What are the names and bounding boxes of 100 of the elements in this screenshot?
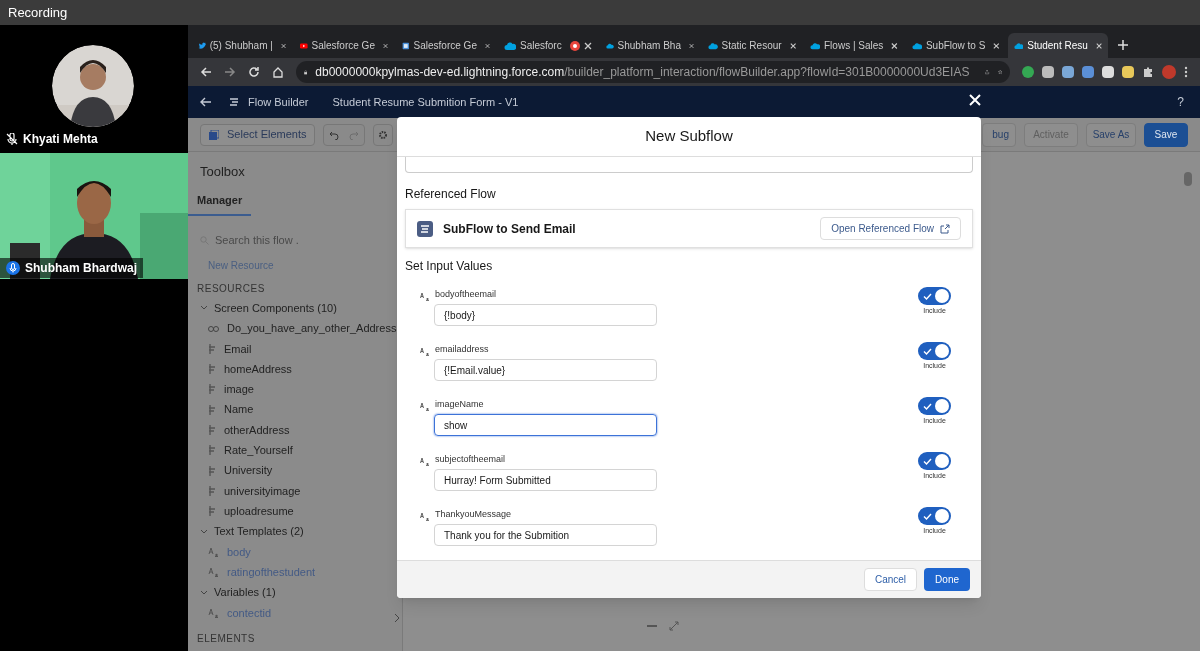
external-link-icon — [940, 223, 950, 234]
extension-icon[interactable] — [1022, 66, 1034, 78]
text-template-icon — [208, 607, 219, 618]
toggle-switch[interactable] — [918, 452, 951, 470]
url-host: db0000000kpylmas-dev-ed.lightning.force.com — [315, 64, 565, 81]
close-icon[interactable] — [891, 41, 898, 50]
input-field[interactable]: Thank you for the Submition — [434, 524, 657, 546]
field-label: ThankyouMessage — [435, 507, 512, 521]
input-field[interactable]: show — [434, 414, 657, 436]
puzzle-icon[interactable] — [1142, 66, 1154, 78]
text-variable-icon — [420, 511, 430, 521]
new-tab-icon[interactable] — [1118, 40, 1128, 50]
browser-tab[interactable]: Flows | Sales — [804, 33, 904, 58]
extension-icon[interactable] — [1102, 66, 1114, 78]
close-icon[interactable] — [789, 41, 796, 50]
open-flow-button[interactable]: Open Referenced Flow — [820, 217, 961, 240]
field-icon — [208, 425, 216, 435]
done-button[interactable]: Done — [924, 568, 970, 591]
tree-item[interactable]: otherAddress — [224, 421, 290, 439]
toolbar-button[interactable]: Save As — [1086, 122, 1136, 147]
tree-item[interactable]: universityimage — [224, 482, 301, 500]
text-variable-icon — [420, 456, 430, 466]
toolbar-button[interactable]: bug — [982, 122, 1016, 147]
select-elements-button[interactable]: Select Elements — [200, 123, 316, 146]
browser-tab[interactable]: (5) Shubham | — [192, 33, 292, 58]
tree-item[interactable]: Do_you_have_any_other_Address — [227, 320, 397, 337]
panel-tab[interactable]: Manager — [188, 191, 252, 216]
chevron-icon[interactable] — [200, 527, 208, 536]
tree-item[interactable]: image — [224, 381, 254, 398]
input-field[interactable]: {!body} — [434, 304, 657, 326]
tree-item[interactable]: Rate_Yourself — [224, 442, 293, 459]
more-icon[interactable] — [1184, 66, 1188, 78]
tab-title: Static Resour — [721, 39, 782, 53]
browser-tab[interactable]: Salesforc — [498, 33, 598, 58]
cancel-button[interactable]: Cancel — [863, 568, 918, 591]
field-label: emailaddress — [435, 342, 489, 356]
section-heading: Set Input Values — [405, 258, 494, 275]
flow-name: Student Resume Submition Form - V1 — [332, 94, 519, 110]
tab-title: (5) Shubham | — [209, 39, 273, 53]
back-icon[interactable] — [200, 66, 212, 78]
tree-group-label[interactable]: Screen Components (10) — [214, 299, 337, 317]
text-variable-icon — [420, 346, 430, 356]
check-icon — [923, 347, 932, 355]
browser-tab[interactable]: Student Resu — [1008, 33, 1108, 58]
chevron-icon[interactable] — [394, 613, 400, 623]
extension-icon[interactable] — [1082, 66, 1094, 78]
tree-item[interactable]: Name — [224, 401, 254, 418]
tree-group-label[interactable]: Variables (1) — [214, 584, 276, 601]
close-icon[interactable] — [1095, 41, 1102, 50]
close-icon[interactable] — [993, 41, 1000, 50]
check-icon — [923, 512, 932, 520]
field-icon — [208, 465, 216, 476]
settings-icon — [378, 129, 389, 140]
forward-icon[interactable] — [224, 66, 236, 78]
check-icon — [923, 457, 932, 465]
chevron-icon[interactable] — [200, 588, 208, 597]
toggle-switch[interactable] — [918, 507, 951, 525]
extension-icon[interactable] — [1122, 66, 1134, 78]
flow-name: SubFlow to Send Email — [443, 220, 576, 238]
settings-button[interactable] — [373, 123, 394, 146]
search-field[interactable]: Search this flow . — [200, 230, 390, 250]
toggle-switch[interactable] — [918, 397, 951, 415]
scrollbar[interactable] — [1184, 172, 1192, 186]
text-template-icon — [208, 546, 219, 557]
close-icon[interactable] — [584, 41, 592, 50]
text-variable-icon — [420, 291, 430, 301]
help-menu[interactable]: ? — [1177, 93, 1184, 111]
tree-group-label[interactable]: Text Templates (2) — [214, 523, 304, 540]
field-icon — [208, 343, 216, 354]
toggle-switch[interactable] — [918, 287, 951, 305]
browser-tab[interactable]: Salesforce Ge — [294, 33, 394, 58]
tab-title: Shubham Bha — [617, 39, 681, 53]
check-icon — [923, 292, 932, 300]
browser-tab[interactable]: Salesforce Ge — [396, 33, 496, 58]
home-icon[interactable] — [272, 66, 284, 78]
choice-icon — [208, 324, 219, 333]
field-icon — [208, 506, 216, 517]
toolbar-button[interactable]: Save — [1144, 122, 1188, 147]
browser-tab[interactable]: Static Resour — [702, 33, 802, 58]
field-icon — [208, 364, 216, 375]
tree-item[interactable]: homeAddress — [224, 360, 292, 378]
tree-item[interactable]: University — [224, 462, 273, 479]
tree-item[interactable]: uploadresume — [224, 502, 294, 520]
field-label: subjectoftheemail — [435, 452, 506, 466]
reload-icon[interactable] — [248, 66, 260, 78]
flow-icon — [417, 220, 433, 237]
browser-tab[interactable]: SubFlow to S — [906, 33, 1006, 58]
extension-icon[interactable] — [1042, 66, 1054, 78]
window-title: Recording — [8, 3, 68, 22]
address-bar[interactable]: db0000000kpylmas-dev-ed.lightning.force.com/builder_platform_interaction/flowBuilder.app?flowId=301B0000000Ud3EIAS — [296, 61, 1010, 83]
toggle-switch[interactable] — [918, 342, 951, 360]
input-field[interactable]: Hurray! Form Submitted — [434, 469, 657, 491]
browser-tab[interactable]: Shubham Bha — [600, 33, 700, 58]
input-field[interactable]: {!Email.value} — [434, 359, 657, 381]
back-icon[interactable] — [200, 97, 212, 107]
tree-item[interactable]: Email — [224, 340, 252, 358]
tab-title: Salesforc — [520, 39, 562, 53]
undo-icon[interactable] — [329, 129, 340, 140]
extension-icon[interactable] — [1062, 66, 1074, 78]
field-label: imageName — [435, 397, 484, 411]
